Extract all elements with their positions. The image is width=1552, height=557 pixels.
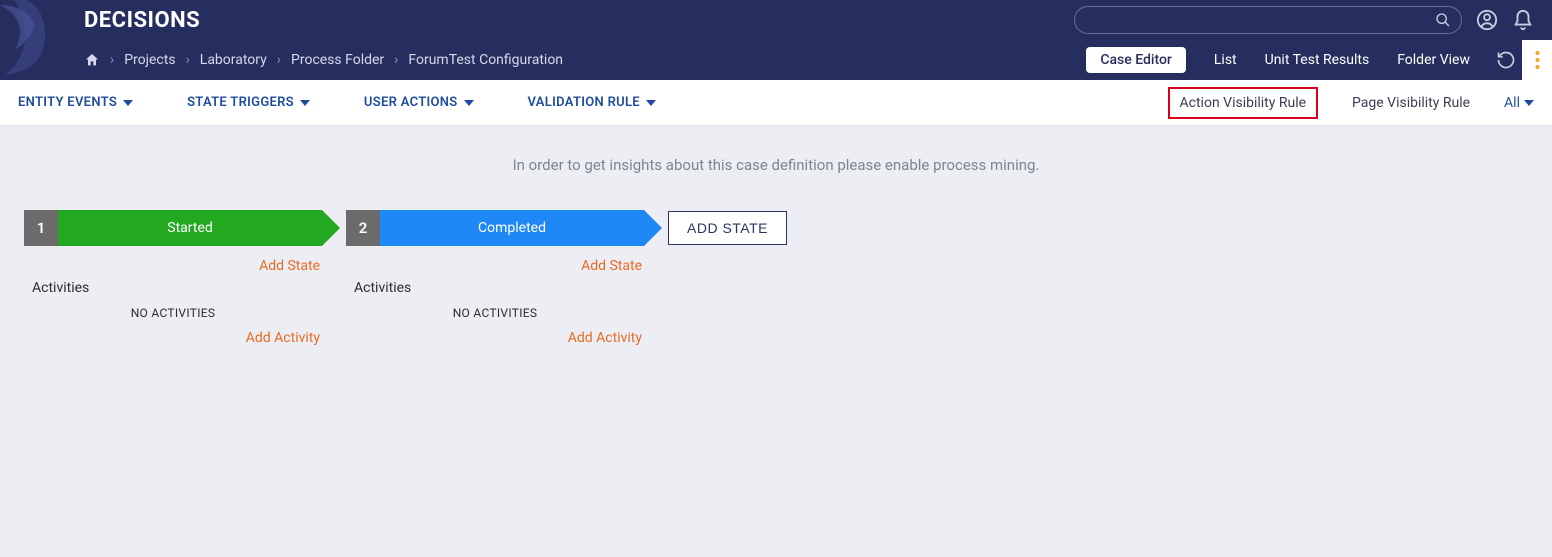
chevron-down-icon bbox=[464, 100, 474, 106]
subnav-state-triggers[interactable]: STATE TRIGGERS bbox=[187, 95, 310, 110]
app-header: DECISIONS bbox=[0, 0, 1552, 80]
subnav: ENTITY EVENTS STATE TRIGGERS USER ACTION… bbox=[0, 80, 1552, 126]
state-label: Started bbox=[58, 210, 322, 246]
state-number: 1 bbox=[24, 210, 58, 246]
subnav-label: STATE TRIGGERS bbox=[187, 95, 294, 110]
app-title: DECISIONS bbox=[84, 8, 200, 33]
tab-list[interactable]: List bbox=[1214, 52, 1237, 68]
subnav-user-actions[interactable]: USER ACTIONS bbox=[364, 95, 474, 110]
state-header[interactable]: 2 Completed bbox=[346, 210, 644, 246]
state-column: 2 Completed Add State Activities NO ACTI… bbox=[346, 210, 644, 346]
subnav-label: ENTITY EVENTS bbox=[18, 95, 117, 110]
refresh-icon[interactable] bbox=[1496, 50, 1516, 70]
chevron-down-icon bbox=[123, 100, 133, 106]
breadcrumb-laboratory[interactable]: Laboratory bbox=[200, 52, 267, 68]
add-state-link[interactable]: Add State bbox=[346, 246, 644, 280]
chevron-down-icon bbox=[1524, 100, 1534, 106]
subnav-validation-rule[interactable]: VALIDATION RULE bbox=[528, 95, 656, 110]
state-label: Completed bbox=[380, 210, 644, 246]
tab-folder-view[interactable]: Folder View bbox=[1397, 52, 1470, 68]
state-column: 1 Started Add State Activities NO ACTIVI… bbox=[24, 210, 322, 346]
activities-heading: Activities bbox=[346, 280, 644, 304]
subnav-label: USER ACTIONS bbox=[364, 95, 458, 110]
app-logo bbox=[0, 0, 70, 80]
subnav-entity-events[interactable]: ENTITY EVENTS bbox=[18, 95, 133, 110]
filter-all[interactable]: All bbox=[1504, 95, 1534, 111]
chevron-down-icon bbox=[646, 100, 656, 106]
add-activity-link[interactable]: Add Activity bbox=[346, 330, 644, 346]
search-icon bbox=[1435, 12, 1451, 28]
content-area: In order to get insights about this case… bbox=[0, 126, 1552, 346]
page-visibility-rule-link[interactable]: Page Visibility Rule bbox=[1352, 95, 1470, 111]
add-state-link[interactable]: Add State bbox=[24, 246, 322, 280]
chevron-down-icon bbox=[300, 100, 310, 106]
add-state-container: ADD STATE bbox=[668, 210, 787, 245]
breadcrumb-process-folder[interactable]: Process Folder bbox=[291, 52, 384, 68]
action-visibility-rule-link[interactable]: Action Visibility Rule bbox=[1168, 87, 1319, 119]
breadcrumb-current[interactable]: ForumTest Configuration bbox=[408, 52, 563, 68]
no-activities-text: NO ACTIVITIES bbox=[346, 304, 644, 330]
more-menu-button[interactable] bbox=[1522, 40, 1552, 80]
user-icon[interactable] bbox=[1476, 9, 1498, 31]
home-icon[interactable] bbox=[84, 52, 100, 68]
add-activity-link[interactable]: Add Activity bbox=[24, 330, 322, 346]
breadcrumb-projects[interactable]: Projects bbox=[124, 52, 175, 68]
tab-case-editor[interactable]: Case Editor bbox=[1086, 47, 1186, 73]
subnav-label: VALIDATION RULE bbox=[528, 95, 640, 110]
state-number: 2 bbox=[346, 210, 380, 246]
chevron-right-icon: › bbox=[277, 52, 281, 68]
state-header[interactable]: 1 Started bbox=[24, 210, 322, 246]
bell-icon[interactable] bbox=[1512, 9, 1534, 31]
tab-unit-test-results[interactable]: Unit Test Results bbox=[1265, 52, 1370, 68]
info-banner: In order to get insights about this case… bbox=[0, 126, 1552, 210]
chevron-right-icon: › bbox=[110, 52, 114, 68]
breadcrumb: › Projects › Laboratory › Process Folder… bbox=[84, 52, 1086, 68]
view-tabs: Case Editor List Unit Test Results Folde… bbox=[1086, 47, 1470, 73]
chevron-right-icon: › bbox=[394, 52, 398, 68]
add-state-button[interactable]: ADD STATE bbox=[668, 211, 787, 245]
search-input[interactable] bbox=[1074, 6, 1462, 34]
activities-heading: Activities bbox=[24, 280, 322, 304]
chevron-right-icon: › bbox=[186, 52, 190, 68]
no-activities-text: NO ACTIVITIES bbox=[24, 304, 322, 330]
filter-all-label: All bbox=[1504, 95, 1520, 111]
states-row: 1 Started Add State Activities NO ACTIVI… bbox=[0, 210, 1552, 346]
